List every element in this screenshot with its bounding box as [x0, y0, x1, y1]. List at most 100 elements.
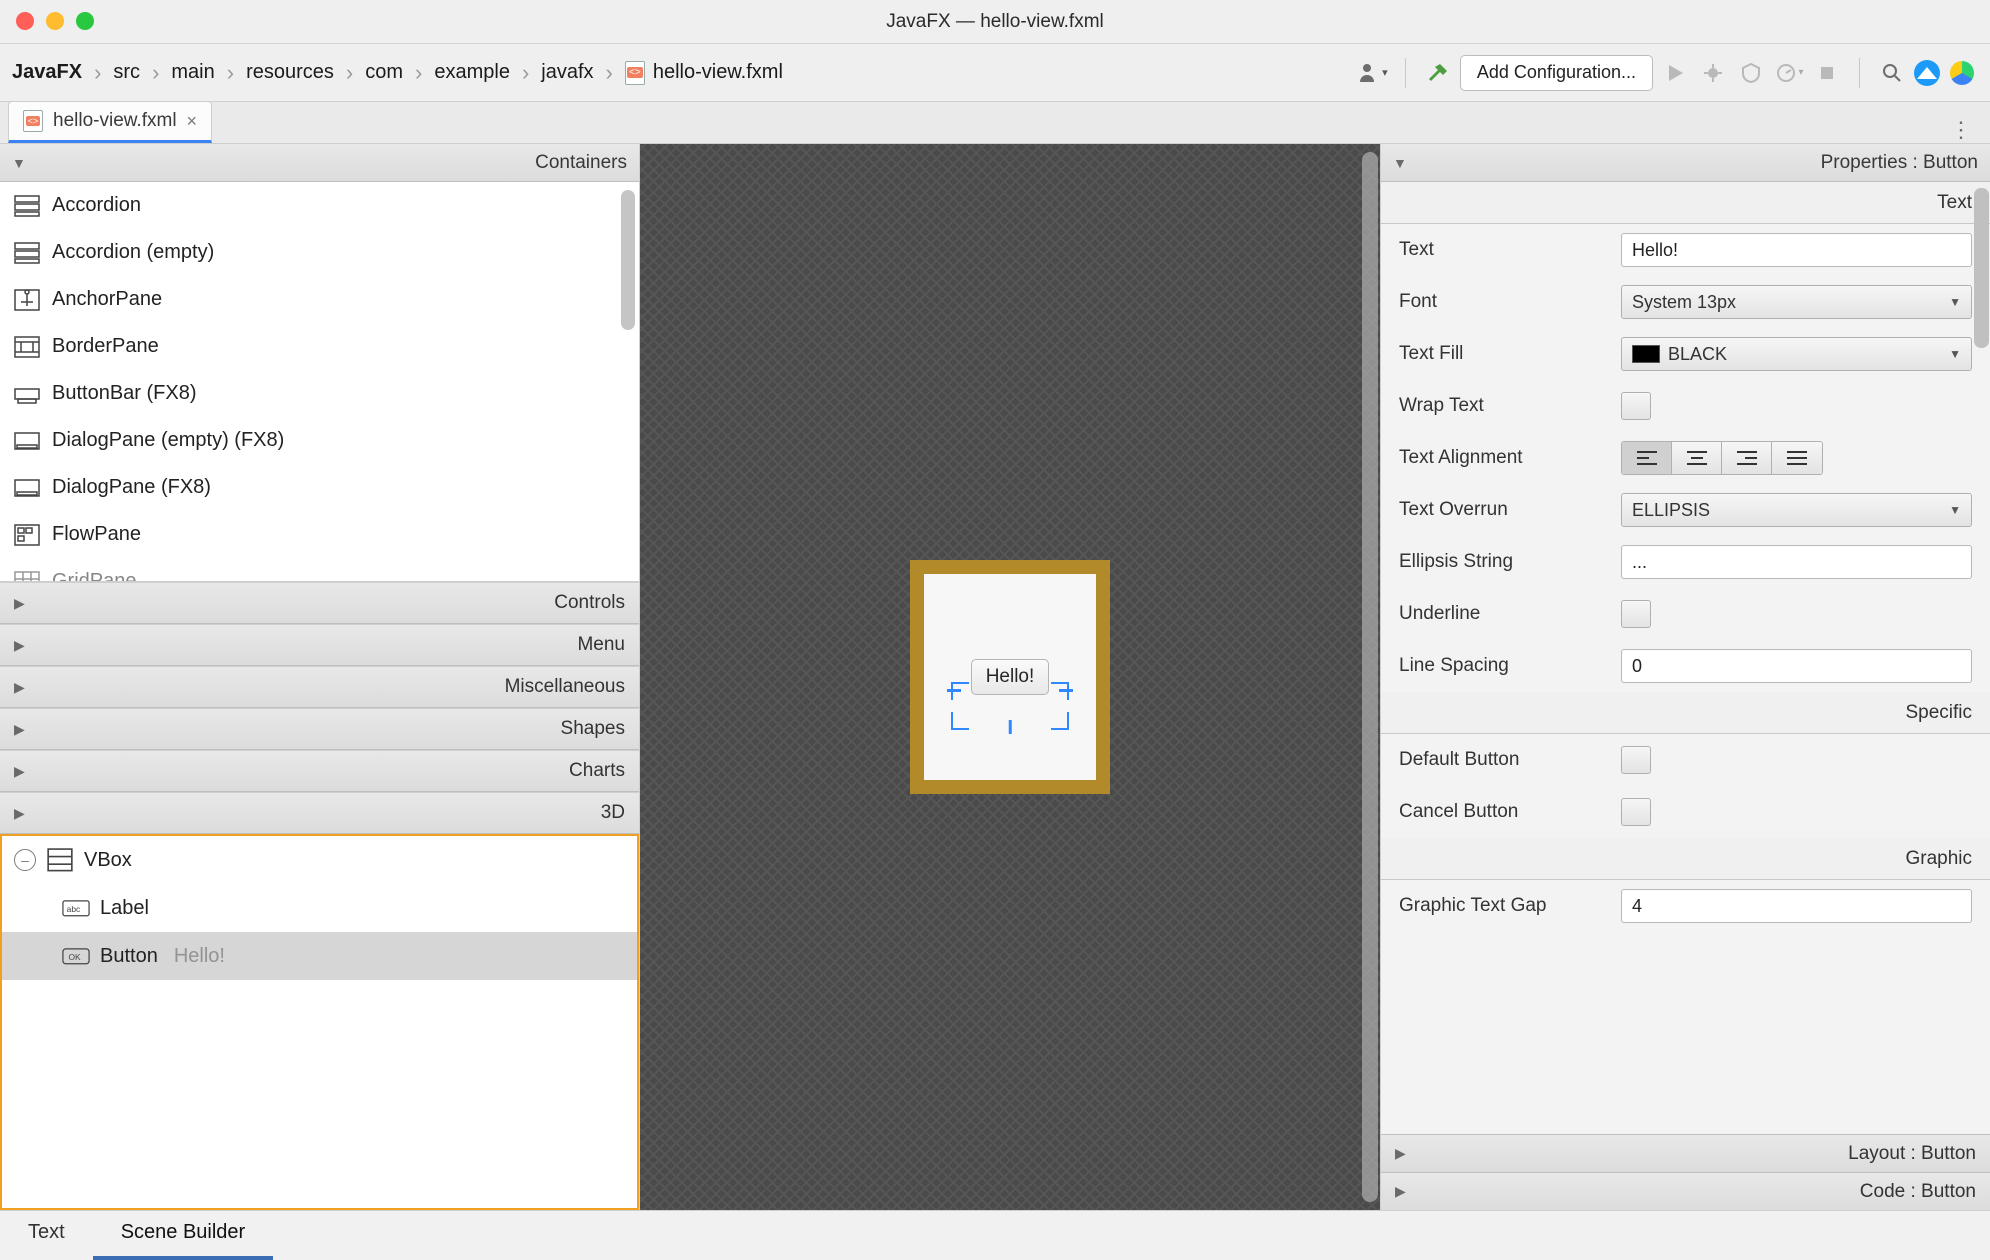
collapse-icon[interactable]: –	[14, 849, 36, 871]
underline-checkbox[interactable]	[1621, 600, 1651, 628]
run-configuration-button[interactable]: Add Configuration...	[1460, 55, 1653, 91]
tab-label: hello-view.fxml	[53, 110, 177, 132]
prop-font: Font System 13px▼	[1381, 276, 1990, 328]
prop-line-spacing: Line Spacing	[1381, 640, 1990, 692]
containers-section-header[interactable]: ▼ Containers	[0, 144, 639, 182]
align-justify-button[interactable]	[1772, 442, 1822, 474]
breadcrumb-item[interactable]: example	[434, 61, 510, 84]
tree-node-vbox[interactable]: – VBox	[2, 836, 637, 884]
wrap-text-checkbox[interactable]	[1621, 392, 1651, 420]
misc-section-header[interactable]: ▶Miscellaneous	[0, 666, 639, 708]
selection-handle-icon[interactable]	[1009, 720, 1012, 734]
zoom-window-icon[interactable]	[76, 12, 94, 30]
library-item-dialogpane[interactable]: DialogPane (FX8)	[0, 464, 639, 511]
tab-text-mode[interactable]: Text	[0, 1209, 93, 1260]
update-icon[interactable]	[1914, 60, 1940, 86]
chevron-right-icon: ▶	[14, 721, 25, 738]
library-item-accordion-empty[interactable]: Accordion (empty)	[0, 229, 639, 276]
prop-text-alignment: Text Alignment	[1381, 432, 1990, 484]
graphic-section-header: Graphic	[1381, 838, 1990, 880]
preview-button[interactable]: Hello!	[971, 659, 1050, 695]
properties-panel-header[interactable]: ▼ Properties : Button	[1381, 144, 1990, 182]
scrollbar-thumb[interactable]	[1974, 188, 1989, 348]
library-item-flowpane[interactable]: FlowPane	[0, 511, 639, 558]
breadcrumb-item[interactable]: main	[171, 61, 214, 84]
breadcrumb-item[interactable]: resources	[246, 61, 334, 84]
layout-panel-header[interactable]: ▶Layout : Button	[1381, 1134, 1990, 1172]
prop-cancel-button: Cancel Button	[1381, 786, 1990, 838]
menu-section-header[interactable]: ▶Menu	[0, 624, 639, 666]
preview-vbox[interactable]: Hello!	[924, 574, 1096, 780]
text-section-header: Text	[1381, 182, 1990, 224]
library-item-buttonbar[interactable]: ButtonBar (FX8)	[0, 370, 639, 417]
breadcrumb-item[interactable]: javafx	[541, 61, 593, 84]
more-tabs-icon[interactable]: ⋮	[1932, 117, 1990, 143]
tab-scene-builder-mode[interactable]: Scene Builder	[93, 1209, 274, 1260]
library-item-borderpane[interactable]: BorderPane	[0, 323, 639, 370]
shapes-section-header[interactable]: ▶Shapes	[0, 708, 639, 750]
prop-default-button: Default Button	[1381, 734, 1990, 786]
breadcrumb-project[interactable]: JavaFX	[12, 61, 82, 84]
tree-node-button[interactable]: OK Button Hello!	[2, 932, 637, 980]
tree-node-label[interactable]: abc Label	[2, 884, 637, 932]
canvas-scrollbar[interactable]	[1362, 152, 1378, 1202]
prop-underline: Underline	[1381, 588, 1990, 640]
library-panel: ▼ Containers Accordion Accordion (empty)…	[0, 144, 640, 1210]
default-button-checkbox[interactable]	[1621, 746, 1651, 774]
run-play-icon[interactable]	[1659, 57, 1691, 89]
chevron-down-icon: ▼	[1393, 155, 1407, 171]
close-window-icon[interactable]	[16, 12, 34, 30]
align-right-button[interactable]	[1722, 442, 1772, 474]
window-controls	[16, 12, 94, 30]
text-alignment-group	[1621, 441, 1823, 475]
anchor-icon	[14, 289, 40, 311]
selection-handle-icon[interactable]	[1059, 689, 1073, 692]
selection-handle-icon[interactable]	[1051, 712, 1069, 730]
svg-text:abc: abc	[67, 904, 81, 914]
search-icon[interactable]	[1876, 57, 1908, 89]
align-center-button[interactable]	[1672, 442, 1722, 474]
ide-logo-icon[interactable]	[1946, 57, 1978, 89]
breadcrumb-file[interactable]: <>hello-view.fxml	[625, 61, 783, 85]
minimize-window-icon[interactable]	[46, 12, 64, 30]
ellipsis-input[interactable]	[1621, 545, 1972, 579]
library-item-accordion[interactable]: Accordion	[0, 182, 639, 229]
close-tab-icon[interactable]: ×	[187, 111, 198, 132]
coverage-icon[interactable]	[1735, 57, 1767, 89]
library-item-dialogpane-empty[interactable]: DialogPane (empty) (FX8)	[0, 417, 639, 464]
design-canvas[interactable]: Hello!	[640, 144, 1380, 1210]
cancel-button-checkbox[interactable]	[1621, 798, 1651, 826]
scrollbar-thumb[interactable]	[621, 190, 635, 330]
preview-root: Hello!	[910, 560, 1110, 794]
borderpane-icon	[14, 336, 40, 358]
hammer-build-icon[interactable]	[1422, 57, 1454, 89]
main-toolbar: JavaFX› src› main› resources› com› examp…	[0, 44, 1990, 102]
line-spacing-input[interactable]	[1621, 649, 1972, 683]
selection-handle-icon[interactable]	[947, 689, 961, 692]
editor-mode-tabs: Text Scene Builder	[0, 1210, 1990, 1260]
editor-tab[interactable]: <> hello-view.fxml ×	[8, 101, 212, 143]
text-fill-dropdown[interactable]: BLACK▼	[1621, 337, 1972, 371]
charts-section-header[interactable]: ▶Charts	[0, 750, 639, 792]
font-dropdown[interactable]: System 13px▼	[1621, 285, 1972, 319]
breadcrumb-item[interactable]: com	[365, 61, 403, 84]
3d-section-header[interactable]: ▶3D	[0, 792, 639, 834]
controls-section-header[interactable]: ▶Controls	[0, 582, 639, 624]
debug-bug-icon[interactable]	[1697, 57, 1729, 89]
text-input[interactable]	[1621, 233, 1972, 267]
align-left-button[interactable]	[1622, 442, 1672, 474]
chevron-right-icon: ›	[227, 60, 234, 86]
buttonbar-icon	[14, 383, 40, 405]
stop-icon[interactable]	[1811, 57, 1843, 89]
library-item-anchorpane[interactable]: AnchorPane	[0, 276, 639, 323]
profile-icon[interactable]: ▾	[1773, 57, 1805, 89]
code-panel-header[interactable]: ▶Code : Button	[1381, 1172, 1990, 1210]
graphic-gap-input[interactable]	[1621, 889, 1972, 923]
selection-handle-icon[interactable]	[951, 712, 969, 730]
library-item-gridpane[interactable]: GridPane	[0, 558, 639, 582]
text-overrun-dropdown[interactable]: ELLIPSIS▼	[1621, 493, 1972, 527]
breadcrumb-item[interactable]: src	[113, 61, 140, 84]
chevron-right-icon: ›	[522, 60, 529, 86]
user-icon[interactable]: ▾	[1357, 57, 1389, 89]
fxml-file-icon: <>	[23, 110, 43, 132]
